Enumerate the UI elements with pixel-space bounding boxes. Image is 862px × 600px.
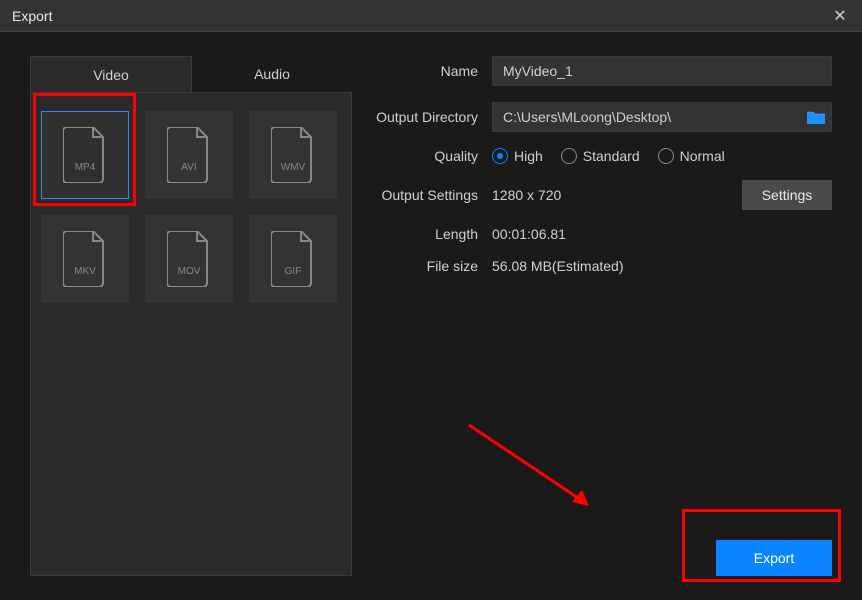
quality-high-radio[interactable]: High [492,148,543,164]
radio-dot-icon [492,148,508,164]
quality-standard-radio[interactable]: Standard [561,148,640,164]
format-mkv[interactable]: MKV [41,215,129,303]
title-bar: Export ✕ [0,0,862,32]
format-tabs: Video Audio [30,56,352,92]
format-mov[interactable]: MOV [145,215,233,303]
format-avi[interactable]: AVI [145,111,233,199]
right-panel: Name Output Directory Quality High [352,56,832,576]
format-gif[interactable]: GIF [249,215,337,303]
folder-icon[interactable] [806,109,826,125]
output-dir-input[interactable] [492,102,832,132]
quality-normal-label: Normal [680,148,725,164]
format-label: WMV [271,162,315,173]
file-icon: MKV [63,231,107,287]
format-label: AVI [167,162,211,173]
file-icon: AVI [167,127,211,183]
quality-normal-radio[interactable]: Normal [658,148,725,164]
file-icon: GIF [271,231,315,287]
quality-standard-label: Standard [583,148,640,164]
format-grid: MP4 AVI WMV MKV [30,92,352,576]
file-icon: WMV [271,127,315,183]
length-value: 00:01:06.81 [492,226,566,242]
format-wmv[interactable]: WMV [249,111,337,199]
file-icon: MOV [167,231,211,287]
tab-audio[interactable]: Audio [192,56,352,92]
file-icon: MP4 [63,127,107,183]
label-length: Length [372,226,492,242]
label-file-size: File size [372,258,492,274]
close-icon[interactable]: ✕ [830,6,850,26]
resolution-value: 1280 x 720 [492,187,561,203]
format-label: GIF [271,266,315,277]
label-quality: Quality [372,148,492,164]
settings-button[interactable]: Settings [742,180,832,210]
window-title: Export [12,8,52,24]
label-name: Name [372,63,492,79]
left-panel: Video Audio MP4 AVI WMV [30,56,352,576]
file-size-value: 56.08 MB(Estimated) [492,258,624,274]
export-button[interactable]: Export [716,540,832,576]
format-label: MKV [63,266,107,277]
format-mp4[interactable]: MP4 [41,111,129,199]
name-input[interactable] [492,56,832,86]
quality-high-label: High [514,148,543,164]
label-output-dir: Output Directory [372,109,492,125]
tab-video[interactable]: Video [30,56,192,92]
label-output-settings: Output Settings [372,187,492,203]
radio-dot-icon [561,148,577,164]
format-label: MOV [167,266,211,277]
radio-dot-icon [658,148,674,164]
format-label: MP4 [63,162,107,173]
